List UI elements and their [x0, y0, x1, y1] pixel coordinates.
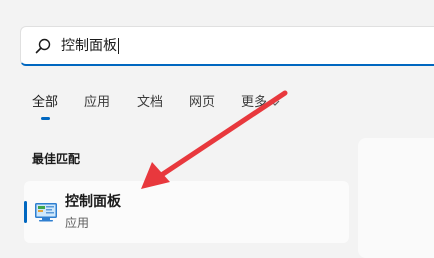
tab-more[interactable]: 更多 [241, 93, 280, 113]
control-panel-icon [35, 203, 57, 222]
tab-more-label: 更多 [241, 95, 268, 110]
result-app-name: 控制面板 [65, 194, 121, 210]
tab-documents-label: 文档 [137, 95, 164, 110]
result-app-type: 应用 [65, 216, 90, 230]
search-box[interactable]: 控制面板 [20, 26, 434, 66]
preview-panel [358, 138, 434, 258]
text-caret [118, 38, 119, 54]
search-input-text: 控制面板 [61, 38, 117, 54]
section-title-best-match: 最佳匹配 [32, 152, 81, 166]
tab-apps[interactable]: 应用 [84, 93, 110, 113]
search-input[interactable]: 控制面板 [61, 36, 119, 56]
tab-web-label: 网页 [189, 95, 216, 110]
tab-web[interactable]: 网页 [189, 93, 215, 113]
tab-documents[interactable]: 文档 [137, 93, 163, 113]
chevron-down-icon [270, 100, 280, 106]
tab-apps-label: 应用 [84, 95, 111, 110]
tab-all-label: 全部 [32, 95, 59, 110]
active-tab-indicator [41, 117, 50, 120]
selection-indicator [24, 201, 27, 223]
search-icon [35, 38, 51, 54]
best-match-result[interactable]: 控制面板 应用 [24, 181, 349, 243]
tab-all[interactable]: 全部 [32, 93, 58, 113]
